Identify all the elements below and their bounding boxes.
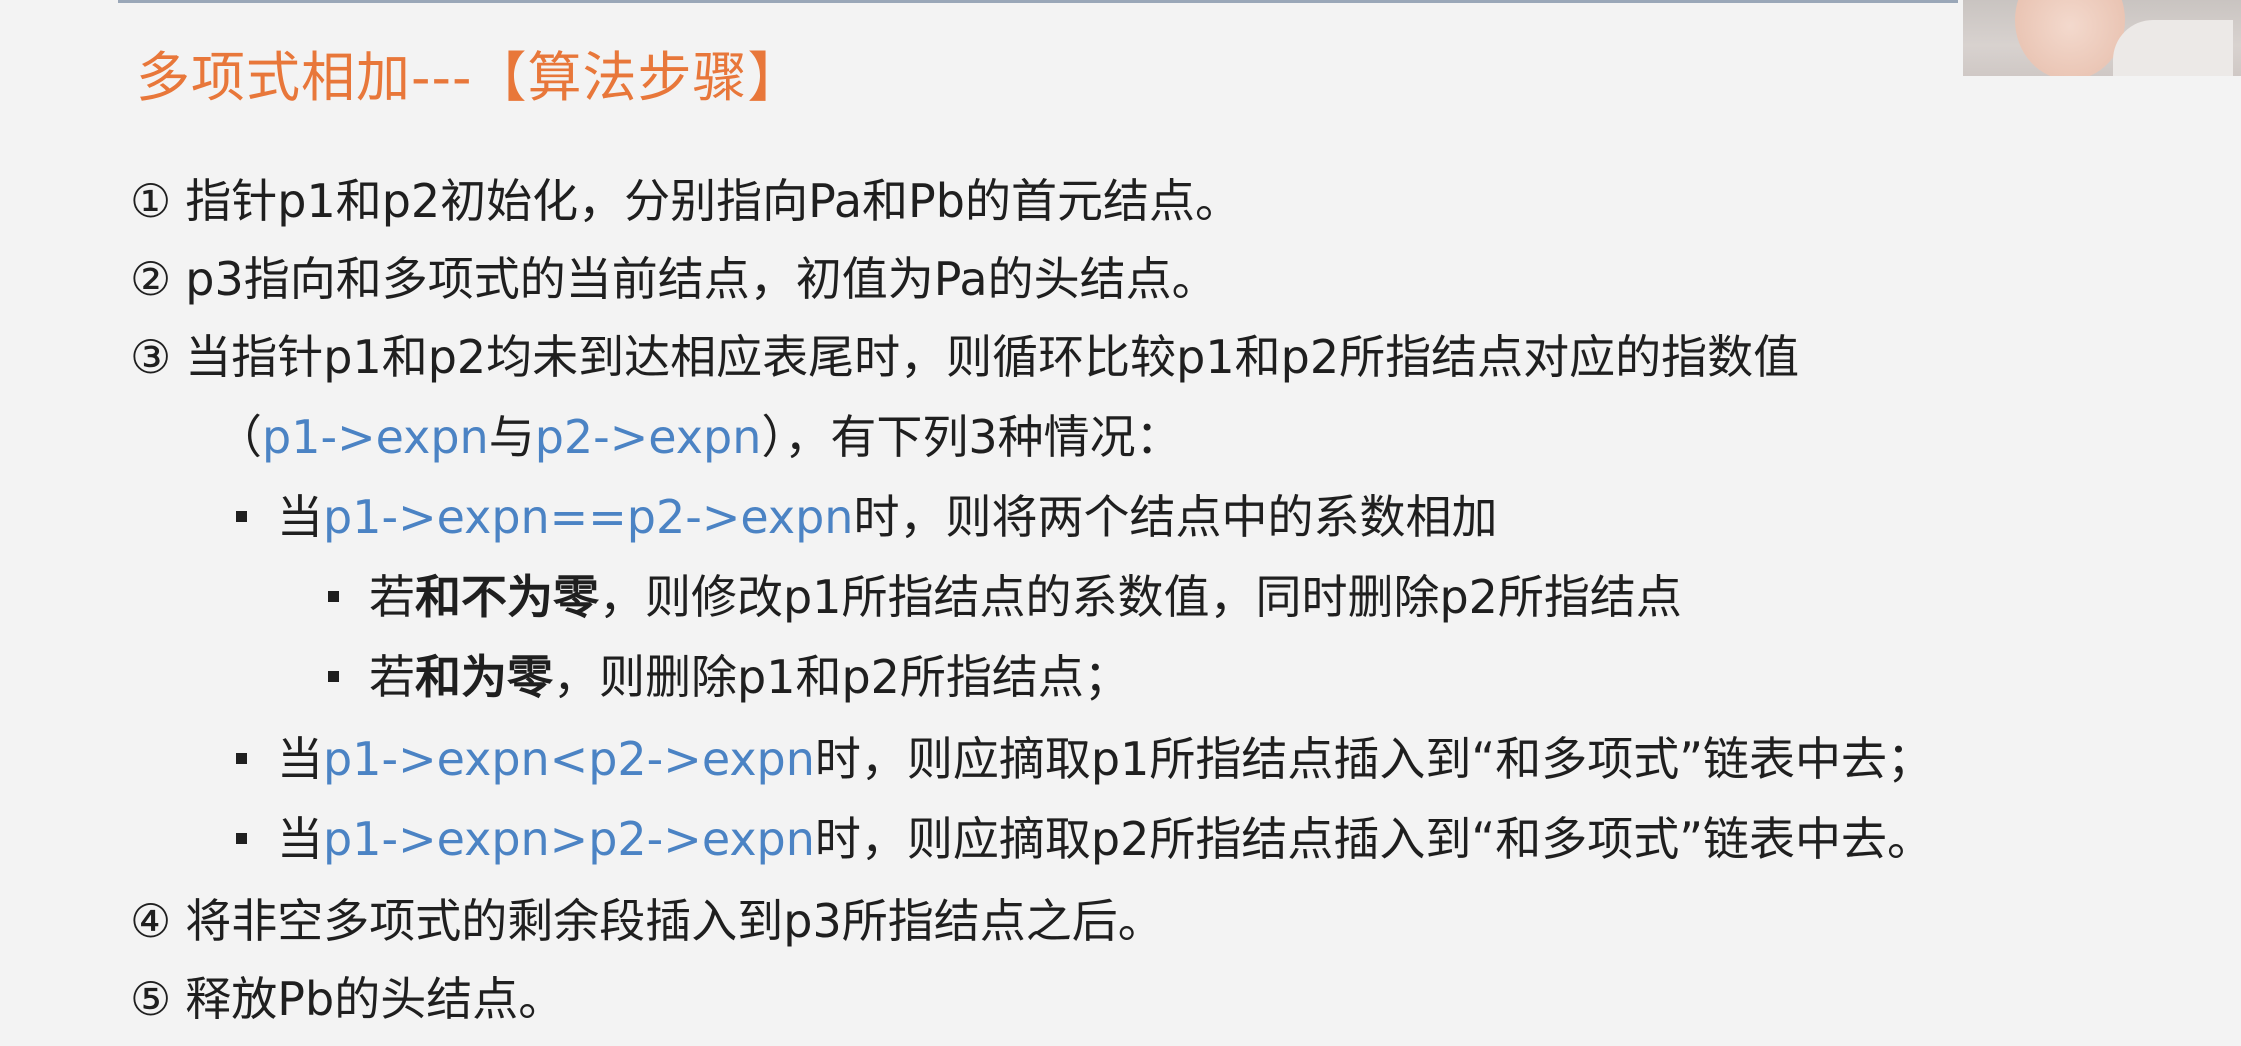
subcase-emphasis: 和为零 [415, 650, 553, 704]
case-prefix: 当 [277, 812, 323, 866]
bullet-icon [236, 511, 247, 522]
subcase-emphasis: 和不为零 [415, 570, 599, 624]
bullet-icon [328, 671, 339, 682]
paren-open: （ [216, 410, 262, 464]
step-text: 当指针p1和p2均未到达相应表尾时，则循环比较p1和p2所指结点对应的指数值 [185, 330, 1800, 384]
webcam-overlay [1963, 0, 2241, 76]
subcase-prefix: 若 [369, 650, 415, 704]
subcase-text: ，则删除p1和p2所指结点； [553, 650, 1130, 704]
case-equal: 当p1->expn==p2->expn时，则将两个结点中的系数相加 [236, 480, 1497, 554]
step-text: p3指向和多项式的当前结点，初值为Pa的头结点。 [185, 252, 1218, 306]
code-p2-expn: p2->expn [534, 410, 762, 464]
subcase-nonzero: 若和不为零，则修改p1所指结点的系数值，同时删除p2所指结点 [328, 560, 1682, 634]
case-condition: p1->expn>p2->expn [323, 812, 815, 866]
step-4: ④ 将非空多项式的剩余段插入到p3所指结点之后。 [130, 884, 1164, 958]
step-2: ② p3指向和多项式的当前结点，初值为Pa的头结点。 [130, 242, 1218, 316]
step-number: ⑤ [130, 972, 172, 1026]
step-number: ② [130, 252, 172, 306]
presenter-face [2015, 0, 2125, 76]
step-5: ⑤ 释放Pb的头结点。 [130, 962, 564, 1036]
step-3-continuation: （p1->expn与p2->expn），有下列3种情况： [216, 400, 1182, 474]
slide-title: 多项式相加---【算法步骤】 [136, 46, 803, 109]
step-text: 将非空多项式的剩余段插入到p3所指结点之后。 [185, 894, 1164, 948]
subcase-zero: 若和为零，则删除p1和p2所指结点； [328, 640, 1130, 714]
bullet-icon [236, 753, 247, 764]
case-prefix: 当 [277, 490, 323, 544]
case-greater-than: 当p1->expn>p2->expn时，则应摘取p2所指结点插入到“和多项式”链… [236, 802, 1933, 876]
case-less-than: 当p1->expn<p2->expn时，则应摘取p1所指结点插入到“和多项式”链… [236, 722, 1933, 796]
bullet-icon [328, 591, 339, 602]
case-text: 时，则应摘取p2所指结点插入到“和多项式”链表中去。 [814, 812, 1934, 866]
case-prefix: 当 [277, 732, 323, 786]
case-condition: p1->expn==p2->expn [323, 490, 854, 544]
continuation-rest: ），有下列3种情况： [761, 410, 1182, 464]
step-number: ① [130, 174, 172, 228]
step-text: 指针p1和p2初始化，分别指向Pa和Pb的首元结点。 [185, 174, 1241, 228]
case-condition: p1->expn<p2->expn [323, 732, 815, 786]
case-text: 时，则应摘取p1所指结点插入到“和多项式”链表中去； [814, 732, 1934, 786]
subcase-text: ，则修改p1所指结点的系数值，同时删除p2所指结点 [599, 570, 1682, 624]
step-3: ③ 当指针p1和p2均未到达相应表尾时，则循环比较p1和p2所指结点对应的指数值 [130, 320, 1799, 394]
step-1: ① 指针p1和p2初始化，分别指向Pa和Pb的首元结点。 [130, 164, 1241, 238]
case-text: 时，则将两个结点中的系数相加 [853, 490, 1498, 544]
top-divider [118, 0, 1958, 3]
conjunction: 与 [488, 410, 535, 464]
step-number: ④ [130, 894, 172, 948]
slide: 多项式相加---【算法步骤】 ① 指针p1和p2初始化，分别指向Pa和Pb的首元结… [0, 0, 2241, 1046]
subcase-prefix: 若 [369, 570, 415, 624]
step-number: ③ [130, 330, 172, 384]
bullet-icon [236, 833, 247, 844]
code-p1-expn: p1->expn [262, 410, 489, 464]
step-text: 释放Pb的头结点。 [185, 972, 565, 1026]
presenter-collar [2113, 20, 2233, 76]
